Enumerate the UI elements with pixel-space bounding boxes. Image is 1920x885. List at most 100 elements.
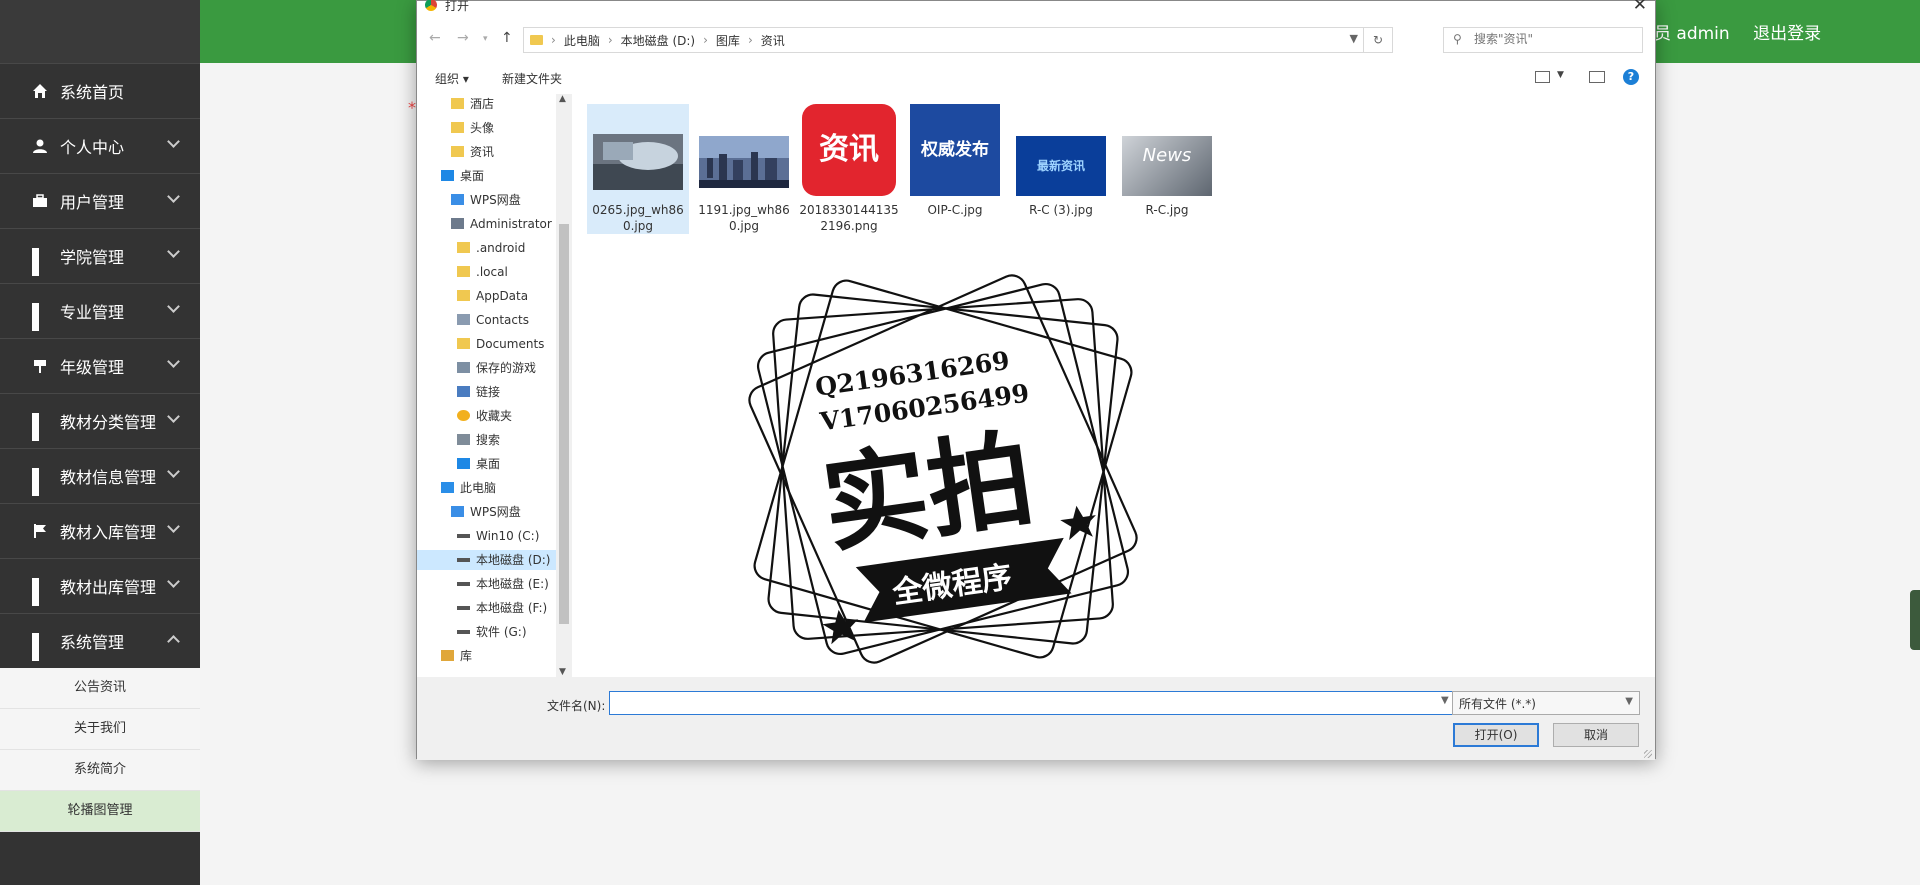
sidebar-item-college[interactable]: 学院管理: [0, 228, 200, 283]
submenu-item-announcements[interactable]: 公告资讯: [0, 668, 200, 709]
file-item[interactable]: News R-C.jpg: [1116, 104, 1218, 234]
file-thumbnail: [593, 134, 683, 190]
back-arrow-icon[interactable]: ←: [429, 30, 441, 46]
sidebar-item-textbook-info[interactable]: 教材信息管理: [0, 448, 200, 503]
new-folder-button[interactable]: 新建文件夹: [502, 70, 562, 87]
sidebar-item-stock-in[interactable]: 教材入库管理: [0, 503, 200, 558]
tree-item[interactable]: WPS网盘: [417, 502, 556, 522]
submenu-item-about-us[interactable]: 关于我们: [0, 709, 200, 750]
tree-item[interactable]: 保存的游戏: [417, 358, 556, 378]
tree-item[interactable]: 搜索: [417, 430, 556, 450]
sidebar-item-major[interactable]: 专业管理: [0, 283, 200, 338]
chevron-down-icon[interactable]: ▼: [1350, 32, 1358, 45]
tree-item-label: WPS网盘: [470, 193, 521, 207]
tree-item[interactable]: AppData: [417, 286, 556, 306]
up-arrow-icon[interactable]: ↑: [501, 30, 513, 46]
tree-item[interactable]: 桌面: [417, 454, 556, 474]
tree-item-label: Documents: [476, 337, 545, 351]
tree-item[interactable]: 此电脑: [417, 478, 556, 498]
sidebar-item-home[interactable]: 系统首页: [0, 63, 200, 118]
tree-item[interactable]: .local: [417, 262, 556, 282]
navigation-tree: 酒店头像资讯桌面 WPS网盘 Administrator .android .local…: [417, 94, 572, 677]
tree-item-label: 链接: [476, 385, 501, 399]
open-button[interactable]: 打开(O): [1453, 723, 1539, 747]
tree-item[interactable]: WPS网盘: [417, 190, 556, 210]
sidebar-item-grade[interactable]: 年级管理: [0, 338, 200, 393]
logout-link[interactable]: 退出登录: [1753, 24, 1821, 44]
organize-button[interactable]: 组织 ▾: [435, 70, 469, 87]
tree-item[interactable]: 本地磁盘 (E:): [417, 574, 556, 594]
search-box[interactable]: ⚲: [1443, 27, 1643, 53]
sidebar-item-profile[interactable]: 个人中心: [0, 118, 200, 173]
tree-item[interactable]: 链接: [417, 382, 556, 402]
tree-item[interactable]: Win10 (C:): [417, 526, 556, 546]
tree-item[interactable]: 桌面: [417, 166, 556, 186]
side-drawer-handle[interactable]: [1910, 590, 1920, 650]
tree-item[interactable]: 头像: [417, 118, 556, 138]
tree-item[interactable]: Documents: [417, 334, 556, 354]
tree-item[interactable]: 资讯: [417, 142, 556, 162]
resize-grip[interactable]: [1644, 750, 1652, 758]
chevron-down-icon[interactable]: ▼: [1557, 70, 1564, 80]
forward-arrow-icon[interactable]: →: [457, 30, 469, 46]
folder-icon: [451, 98, 464, 109]
scroll-up-icon[interactable]: ▲: [559, 94, 566, 104]
tree-scrollbar[interactable]: ▲ ▼: [556, 94, 572, 677]
sidebar-item-users[interactable]: 用户管理: [0, 173, 200, 228]
breadcrumb-gallery[interactable]: 图库: [716, 32, 740, 49]
tree-item[interactable]: .android: [417, 238, 556, 258]
tree-item[interactable]: 库: [417, 646, 556, 666]
dialog-footer: 文件名(N): ▼ 所有文件 (*.*) ▼ 打开(O) 取消: [417, 677, 1655, 760]
tree-item[interactable]: Contacts: [417, 310, 556, 330]
file-thumbnail: 最新资讯: [1016, 136, 1106, 196]
refresh-icon[interactable]: ↻: [1363, 28, 1392, 52]
tree-item[interactable]: Administrator: [417, 214, 556, 234]
search-input[interactable]: [1472, 31, 1636, 47]
chevron-down-icon: [167, 135, 180, 148]
tree-item[interactable]: 本地磁盘 (F:): [417, 598, 556, 618]
tree-item-label: 头像: [470, 121, 495, 135]
file-item[interactable]: 1191.jpg_wh860.jpg: [693, 104, 795, 234]
cancel-button[interactable]: 取消: [1553, 723, 1639, 747]
file-item[interactable]: 0265.jpg_wh860.jpg: [587, 104, 689, 234]
folder-icon: [451, 122, 464, 133]
breadcrumb-news[interactable]: 资讯: [761, 32, 785, 49]
file-item[interactable]: 最新资讯 R-C (3).jpg: [1010, 104, 1112, 234]
drive-icon: [457, 606, 470, 610]
chevron-down-icon: [167, 520, 180, 533]
help-icon[interactable]: ?: [1623, 69, 1639, 85]
chevron-down-icon: [167, 575, 180, 588]
close-icon[interactable]: ✕: [1633, 0, 1647, 15]
tree-item-label: 收藏夹: [476, 409, 513, 423]
sidebar-item-textbook-category[interactable]: 教材分类管理: [0, 393, 200, 448]
chevron-down-icon[interactable]: ▼: [1441, 695, 1449, 706]
sidebar-item-system[interactable]: 系统管理: [0, 613, 200, 668]
submenu-item-system-intro[interactable]: 系统简介: [0, 750, 200, 791]
file-item[interactable]: 权威发布 OIP-C.jpg: [904, 104, 1006, 234]
recent-dropdown-icon[interactable]: ▾: [483, 34, 488, 44]
sidebar-item-label: 个人中心: [60, 138, 125, 157]
tree-item-label: 搜索: [476, 433, 501, 447]
submenu-item-carousel[interactable]: 轮播图管理: [0, 791, 200, 832]
file-type-select[interactable]: 所有文件 (*.*) ▼: [1452, 691, 1640, 715]
tree-item-label: 库: [460, 649, 473, 663]
sidebar-item-stock-out[interactable]: 教材出库管理: [0, 558, 200, 613]
folder-icon: [530, 35, 543, 45]
breadcrumb-this-pc[interactable]: 此电脑: [564, 32, 600, 49]
scrollbar-thumb[interactable]: [559, 224, 569, 624]
star-icon: [457, 410, 470, 421]
scroll-down-icon[interactable]: ▼: [559, 667, 566, 677]
breadcrumb-drive-d[interactable]: 本地磁盘 (D:): [621, 32, 695, 49]
file-type-value: 所有文件 (*.*): [1459, 697, 1536, 711]
address-bar[interactable]: › 此电脑 › 本地磁盘 (D:) › 图库 › 资讯 ▼ ↻: [523, 27, 1393, 53]
tree-item[interactable]: 软件 (G:): [417, 622, 556, 642]
file-list-pane: 0265.jpg_wh860.jpg 1191.jpg_wh860.jpg 资讯…: [573, 94, 1653, 677]
view-mode-icon[interactable]: [1535, 71, 1550, 83]
tree-item[interactable]: 酒店: [417, 94, 556, 114]
file-item[interactable]: 资讯 20183301441352196.png: [798, 104, 900, 234]
tree-item[interactable]: 收藏夹: [417, 406, 556, 426]
tree-item[interactable]: 本地磁盘 (D:): [417, 550, 556, 570]
tree-item-label: 酒店: [470, 97, 495, 111]
preview-pane-icon[interactable]: [1589, 71, 1605, 83]
filename-input[interactable]: [609, 691, 1456, 715]
